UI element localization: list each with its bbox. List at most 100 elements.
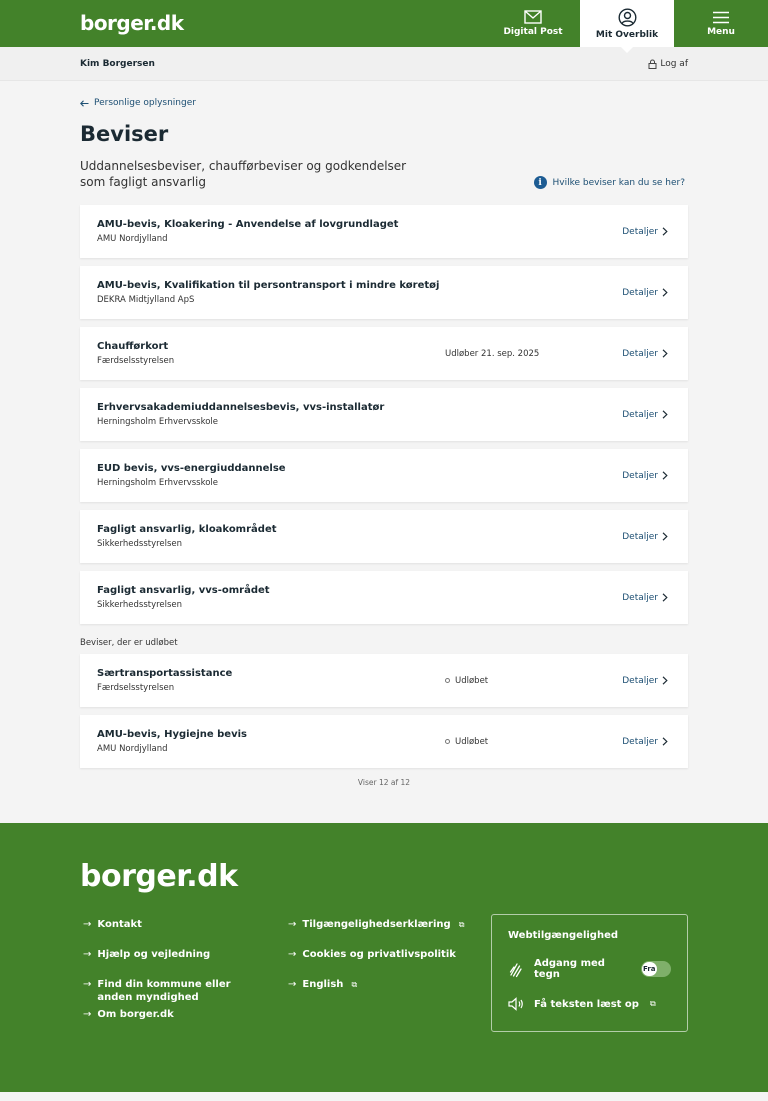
- nav-digital-post[interactable]: Digital Post: [486, 0, 580, 47]
- user-circle-icon: [617, 7, 637, 27]
- certificate-card[interactable]: AMU-bevis, Kloakering - Anvendelse af lo…: [80, 205, 688, 258]
- certificate-title: AMU-bevis, Hygiejne bevis: [97, 729, 247, 740]
- expired-certificate-card[interactable]: AMU-bevis, Hygiejne bevis AMU Nordjylland…: [80, 715, 688, 768]
- details-label: Detaljer: [622, 592, 658, 603]
- page-title: Beviser: [80, 122, 169, 146]
- footer-link-kontakt[interactable]: → Kontakt: [83, 918, 142, 931]
- footer-link-label: Om borger.dk: [97, 1009, 174, 1020]
- certificate-issuer: Færdselsstyrelsen: [97, 683, 175, 693]
- info-icon: i: [533, 176, 547, 189]
- details-link[interactable]: Detaljer: [622, 288, 668, 298]
- user-name: Kim Borgersen: [80, 58, 155, 69]
- expired-section-heading: Beviser, der er udløbet: [80, 638, 178, 648]
- details-label: Detaljer: [622, 409, 658, 420]
- arrow-right-icon: →: [83, 949, 92, 960]
- logout-link[interactable]: Log af: [648, 59, 688, 69]
- footer-logo[interactable]: borger.dk: [80, 859, 238, 894]
- accessibility-panel: Webtilgængelighed Adgang med tegn Fra Få…: [491, 914, 688, 1032]
- footer-link-label: English: [302, 979, 344, 990]
- certificate-issuer: AMU Nordjylland: [97, 744, 168, 754]
- details-link[interactable]: Detaljer: [622, 349, 668, 359]
- details-link[interactable]: Detaljer: [622, 227, 668, 237]
- arrow-left-icon: [80, 99, 89, 107]
- arrow-right-icon: →: [288, 979, 297, 990]
- certificate-issuer: DEKRA Midtjylland ApS: [97, 295, 195, 305]
- certificate-title: Chaufførkort: [97, 341, 169, 352]
- certificate-issuer: Herningsholm Erhvervsskole: [97, 417, 219, 427]
- status-ring-icon: [445, 739, 450, 744]
- details-label: Detaljer: [622, 531, 658, 542]
- arrow-right-icon: →: [288, 949, 297, 960]
- envelope-icon: [524, 10, 542, 24]
- certificate-card[interactable]: Erhvervsakademiuddannelsesbevis, vvs-ins…: [80, 388, 688, 441]
- back-link-label: Personlige oplysninger: [94, 98, 196, 108]
- certificate-card[interactable]: Fagligt ansvarlig, kloakområdet Sikkerhed…: [80, 510, 688, 563]
- details-link[interactable]: Detaljer: [622, 593, 668, 603]
- arrow-right-icon: →: [288, 919, 297, 930]
- back-link[interactable]: Personlige oplysninger: [80, 98, 688, 108]
- sign-language-row[interactable]: Adgang med tegn Fra: [508, 958, 671, 980]
- certificate-card[interactable]: Fagligt ansvarlig, vvs-området Sikkerheds…: [80, 571, 688, 624]
- certificate-issuer: AMU Nordjylland: [97, 234, 168, 244]
- help-link[interactable]: i Hvilke beviser kan du se her?: [533, 176, 685, 189]
- chevron-right-icon: [662, 288, 668, 297]
- external-link-icon: ⧉: [458, 920, 465, 929]
- external-link-icon: ⧉: [649, 999, 656, 1008]
- borger-logo[interactable]: borger.dk: [80, 11, 184, 35]
- details-link[interactable]: Detaljer: [622, 532, 668, 542]
- details-link[interactable]: Detaljer: [622, 410, 668, 420]
- arrow-right-icon: →: [83, 979, 92, 990]
- footer-link-label: Cookies og privatlivspolitik: [302, 949, 456, 960]
- certificate-card[interactable]: Chaufførkort Færdselsstyrelsen Udløber 21…: [80, 327, 688, 380]
- footer-link-english[interactable]: → English ⧉: [288, 978, 357, 991]
- sign-language-hand-icon: [508, 961, 525, 978]
- main-nav: Digital Post Mit Overblik Menu: [486, 0, 768, 53]
- main-content: Personlige oplysninger Beviser Uddannels…: [0, 98, 768, 787]
- certificate-title: EUD bevis, vvs-energiuddannelse: [97, 463, 286, 474]
- speaker-icon: [508, 997, 525, 1011]
- expired-certificate-list: Særtransportassistance Færdselsstyrelsen …: [80, 654, 688, 768]
- user-bar: Kim Borgersen Log af: [0, 47, 768, 81]
- certificate-title: Fagligt ansvarlig, kloakområdet: [97, 524, 277, 535]
- certificate-title: Fagligt ansvarlig, vvs-området: [97, 585, 270, 596]
- details-label: Detaljer: [622, 470, 658, 481]
- site-footer: borger.dk → Kontakt → Hjælp og vejledning …: [0, 823, 768, 1092]
- details-label: Detaljer: [622, 675, 658, 686]
- read-aloud-label: Få teksten læst op: [534, 998, 639, 1010]
- nav-digital-post-label: Digital Post: [503, 27, 563, 37]
- details-label: Detaljer: [622, 736, 658, 747]
- certificate-title: Erhvervsakademiuddannelsesbevis, vvs-ins…: [97, 402, 385, 413]
- toggle-state: Fra: [641, 962, 657, 976]
- certificate-card[interactable]: EUD bevis, vvs-energiuddannelse Herningsh…: [80, 449, 688, 502]
- details-link[interactable]: Detaljer: [622, 676, 668, 686]
- nav-mit-overblik-label: Mit Overblik: [595, 29, 659, 40]
- hamburger-icon: [713, 11, 729, 24]
- expiry-status: Udløber 21. sep. 2025: [445, 348, 540, 359]
- certificate-card[interactable]: AMU-bevis, Kvalifikation til persontrans…: [80, 266, 688, 319]
- expired-status-label: Udløbet: [455, 736, 489, 747]
- footer-link-om[interactable]: → Om borger.dk: [83, 1008, 174, 1021]
- details-link[interactable]: Detaljer: [622, 471, 668, 481]
- expired-certificate-card[interactable]: Særtransportassistance Færdselsstyrelsen …: [80, 654, 688, 707]
- certificate-title: AMU-bevis, Kloakering - Anvendelse af lo…: [97, 219, 399, 230]
- chevron-right-icon: [662, 532, 668, 541]
- nav-mit-overblik[interactable]: Mit Overblik: [580, 0, 674, 53]
- footer-link-cookies[interactable]: → Cookies og privatlivspolitik: [288, 948, 456, 961]
- footer-link-help[interactable]: → Hjælp og vejledning: [83, 948, 210, 961]
- details-link[interactable]: Detaljer: [622, 737, 668, 747]
- help-link-label: Hvilke beviser kan du se her?: [552, 177, 685, 188]
- footer-link-find-kommune[interactable]: → Find din kommune eller anden myndighed: [83, 978, 253, 1004]
- sign-language-label: Adgang med tegn: [534, 958, 605, 980]
- external-link-icon: ⧉: [351, 980, 358, 989]
- page-intro: Uddannelsesbeviser, chaufførbeviser og g…: [80, 159, 407, 189]
- sign-language-toggle[interactable]: Fra: [640, 961, 671, 977]
- read-aloud-row[interactable]: Få teksten læst op ⧉: [508, 997, 671, 1011]
- arrow-right-icon: →: [83, 919, 92, 930]
- details-label: Detaljer: [622, 226, 658, 237]
- chevron-right-icon: [662, 349, 668, 358]
- intro-row: Uddannelsesbeviser, chaufførbeviser og g…: [80, 158, 688, 190]
- chevron-right-icon: [662, 593, 668, 602]
- nav-menu[interactable]: Menu: [674, 0, 768, 47]
- footer-link-label: Tilgængelighedserklæring: [302, 919, 451, 930]
- footer-link-accessibility-statement[interactable]: → Tilgængelighedserklæring ⧉: [288, 918, 464, 931]
